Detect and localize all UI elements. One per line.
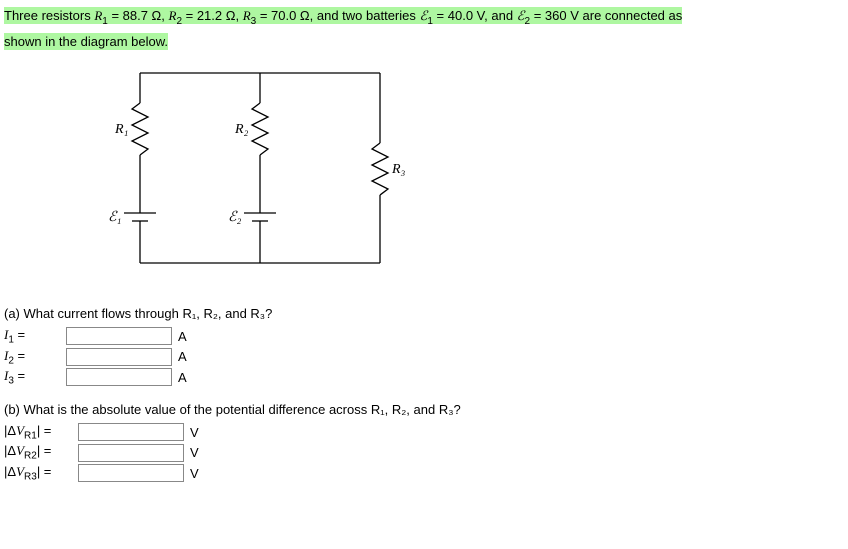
i2-input[interactable] (66, 348, 172, 366)
i1-input[interactable] (66, 327, 172, 345)
label-r2: R₂ (234, 122, 249, 137)
label-r3: R₃ (391, 162, 406, 177)
input-row-i2: I2 = A (4, 348, 844, 367)
i3-input[interactable] (66, 368, 172, 386)
vr1-input[interactable] (78, 423, 184, 441)
input-row-vr2: |ΔVR2| = V (4, 443, 844, 462)
circuit-diagram: R₁ R₂ R₃ ℰ₁ ℰ₂ (60, 63, 848, 286)
input-row-vr1: |ΔVR1| = V (4, 423, 844, 442)
label-e1: ℰ₁ (108, 210, 121, 225)
input-row-i3: I3 = A (4, 368, 844, 387)
vr2-input[interactable] (78, 444, 184, 462)
problem-statement: Three resistors R1 = 88.7 Ω, R2 = 21.2 Ω… (4, 4, 844, 53)
vr3-input[interactable] (78, 464, 184, 482)
input-row-i1: I1 = A (4, 327, 844, 346)
input-row-vr3: |ΔVR3| = V (4, 464, 844, 483)
part-a-prompt: (a) What current flows through R₁, R₂, a… (4, 306, 844, 321)
label-e2: ℰ₂ (228, 210, 241, 225)
part-b-prompt: (b) What is the absolute value of the po… (4, 402, 844, 417)
label-r1: R₁ (114, 122, 128, 137)
